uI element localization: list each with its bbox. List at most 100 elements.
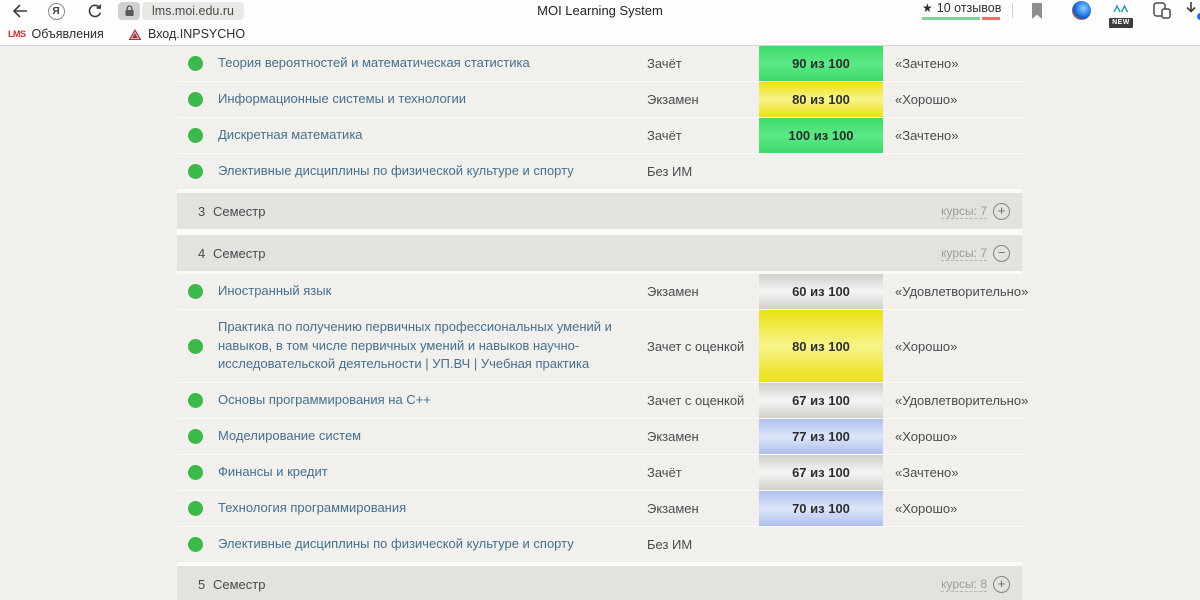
score-cell: 77 из 100 <box>759 419 883 454</box>
course-link[interactable]: Иностранный язык <box>218 283 331 298</box>
status-dot-icon <box>188 56 203 71</box>
status-dot-icon <box>188 92 203 107</box>
course-link[interactable]: Дискретная математика <box>218 127 363 142</box>
site-rating[interactable]: ★ 10 отзывов <box>922 1 1001 15</box>
reviews-count: 10 отзывов <box>937 1 1002 15</box>
status-dot-cell <box>177 92 218 107</box>
table-row: Моделирование систем Экзамен 77 из 100 «… <box>177 419 1022 455</box>
tab-groups-icon[interactable] <box>1152 1 1172 25</box>
grade-value: «Зачтено» <box>883 56 1022 71</box>
browser-chrome: Я lms.moi.edu.ru MOI Learning System ★ 1… <box>0 0 1200 46</box>
bookmark-login-inpsycho[interactable]: Вход.INPSYCHO <box>128 25 245 43</box>
exam-type: Зачет с оценкой <box>647 339 759 354</box>
status-dot-icon <box>188 393 203 408</box>
bookmark-announcements[interactable]: LMS Объявления <box>8 25 104 43</box>
table-row: Информационные системы и технологии Экза… <box>177 82 1022 118</box>
extension-glyph <box>1113 4 1129 13</box>
score-value: 80 из 100 <box>792 92 850 107</box>
score-cell: 80 из 100 <box>759 82 883 117</box>
plus-circle-icon[interactable]: + <box>993 203 1010 220</box>
grade-value: «Зачтено» <box>883 128 1022 143</box>
course-link[interactable]: Информационные системы и технологии <box>218 91 466 106</box>
extension-browser-icon[interactable] <box>1072 1 1091 20</box>
rating-bar-negative <box>982 17 1000 20</box>
status-dot-cell <box>177 56 218 71</box>
extension-new-icon[interactable]: NEW <box>1108 0 1134 21</box>
bookmark-flag-icon[interactable] <box>1030 2 1044 25</box>
course-link[interactable]: Технология программирования <box>218 500 406 515</box>
exam-type: Экзамен <box>647 92 759 107</box>
toolbar-divider <box>1012 3 1013 18</box>
grade-value: «Удовлетворительно» <box>883 284 1028 299</box>
table-row: Финансы и кредит Зачёт 67 из 100 «Зачтен… <box>177 455 1022 491</box>
exam-type: Зачет с оценкой <box>647 393 759 408</box>
yandex-icon[interactable]: Я <box>46 2 66 20</box>
status-dot-cell <box>177 164 218 179</box>
lock-icon[interactable] <box>118 2 140 20</box>
course-link[interactable]: Финансы и кредит <box>218 464 328 479</box>
plus-circle-icon[interactable]: + <box>993 576 1010 593</box>
course-link[interactable]: Моделирование систем <box>218 428 361 443</box>
semester-number: 5 <box>198 577 213 592</box>
table-row: Дискретная математика Зачёт 100 из 100 «… <box>177 118 1022 154</box>
exam-type: Без ИМ <box>647 164 759 179</box>
course-link[interactable]: Основы программирования на C++ <box>218 392 431 407</box>
semester-label: Семестр <box>213 204 265 219</box>
table-row: Элективные дисциплины по физической куль… <box>177 154 1022 190</box>
browser-toolbar: Я lms.moi.edu.ru MOI Learning System ★ 1… <box>0 0 1200 23</box>
score-value: 90 из 100 <box>792 56 850 71</box>
score-cell: 67 из 100 <box>759 383 883 418</box>
courses-count-link[interactable]: курсы: 7 <box>941 246 987 261</box>
semester-number: 3 <box>198 204 213 219</box>
score-value: 67 из 100 <box>792 465 850 480</box>
table-row: Основы программирования на C++ Зачет с о… <box>177 383 1022 419</box>
status-dot-icon <box>188 128 203 143</box>
exam-type: Зачёт <box>647 128 759 143</box>
download-icon[interactable] <box>1184 1 1200 21</box>
status-dot-cell <box>177 128 218 143</box>
grade-value: «Удовлетворительно» <box>883 393 1028 408</box>
status-dot-cell <box>177 465 218 480</box>
semester-number: 4 <box>198 246 213 261</box>
grade-value: «Хорошо» <box>883 339 1022 354</box>
status-dot-cell <box>177 537 218 552</box>
exam-type: Экзамен <box>647 429 759 444</box>
score-value: 80 из 100 <box>792 339 850 354</box>
courses-count-link[interactable]: курсы: 7 <box>941 204 987 219</box>
exam-type: Зачёт <box>647 56 759 71</box>
course-link[interactable]: Теория вероятностей и математическая ста… <box>218 55 530 70</box>
score-value: 60 из 100 <box>792 284 850 299</box>
minus-circle-icon[interactable]: − <box>993 245 1010 262</box>
status-dot-icon <box>188 537 203 552</box>
status-dot-cell <box>177 501 218 516</box>
reload-icon[interactable] <box>84 2 104 20</box>
status-dot-icon <box>188 164 203 179</box>
exam-type: Без ИМ <box>647 537 759 552</box>
table-row: Иностранный язык Экзамен 60 из 100 «Удов… <box>177 274 1022 310</box>
status-dot-icon <box>188 339 203 354</box>
table-row: Теория вероятностей и математическая ста… <box>177 46 1022 82</box>
courses-count-link[interactable]: курсы: 8 <box>941 577 987 592</box>
lms-favicon: LMS <box>8 29 26 39</box>
score-cell: 60 из 100 <box>759 274 883 309</box>
back-icon[interactable] <box>10 2 30 20</box>
url-bar[interactable]: lms.moi.edu.ru <box>142 2 244 20</box>
grade-value: «Хорошо» <box>883 92 1022 107</box>
semester-label: Семестр <box>213 577 265 592</box>
status-dot-cell <box>177 393 218 408</box>
table-row: Технология программирования Экзамен 70 и… <box>177 491 1022 527</box>
table-row: Практика по получению первичных професси… <box>177 310 1022 383</box>
status-dot-icon <box>188 284 203 299</box>
score-cell: 70 из 100 <box>759 491 883 526</box>
semester-header-row: 5 Семестр курсы: 8 + <box>177 563 1022 600</box>
course-link[interactable]: Элективные дисциплины по физической куль… <box>218 163 574 178</box>
score-value: 77 из 100 <box>792 429 850 444</box>
course-link[interactable]: Элективные дисциплины по физической куль… <box>218 536 574 551</box>
score-cell: 90 из 100 <box>759 46 883 81</box>
grades-table: Теория вероятностей и математическая ста… <box>177 46 1022 600</box>
course-link[interactable]: Практика по получению первичных професси… <box>218 319 612 372</box>
status-dot-icon <box>188 429 203 444</box>
exam-type: Экзамен <box>647 501 759 516</box>
rating-bar-positive <box>922 17 980 20</box>
inpsycho-favicon <box>128 28 142 41</box>
